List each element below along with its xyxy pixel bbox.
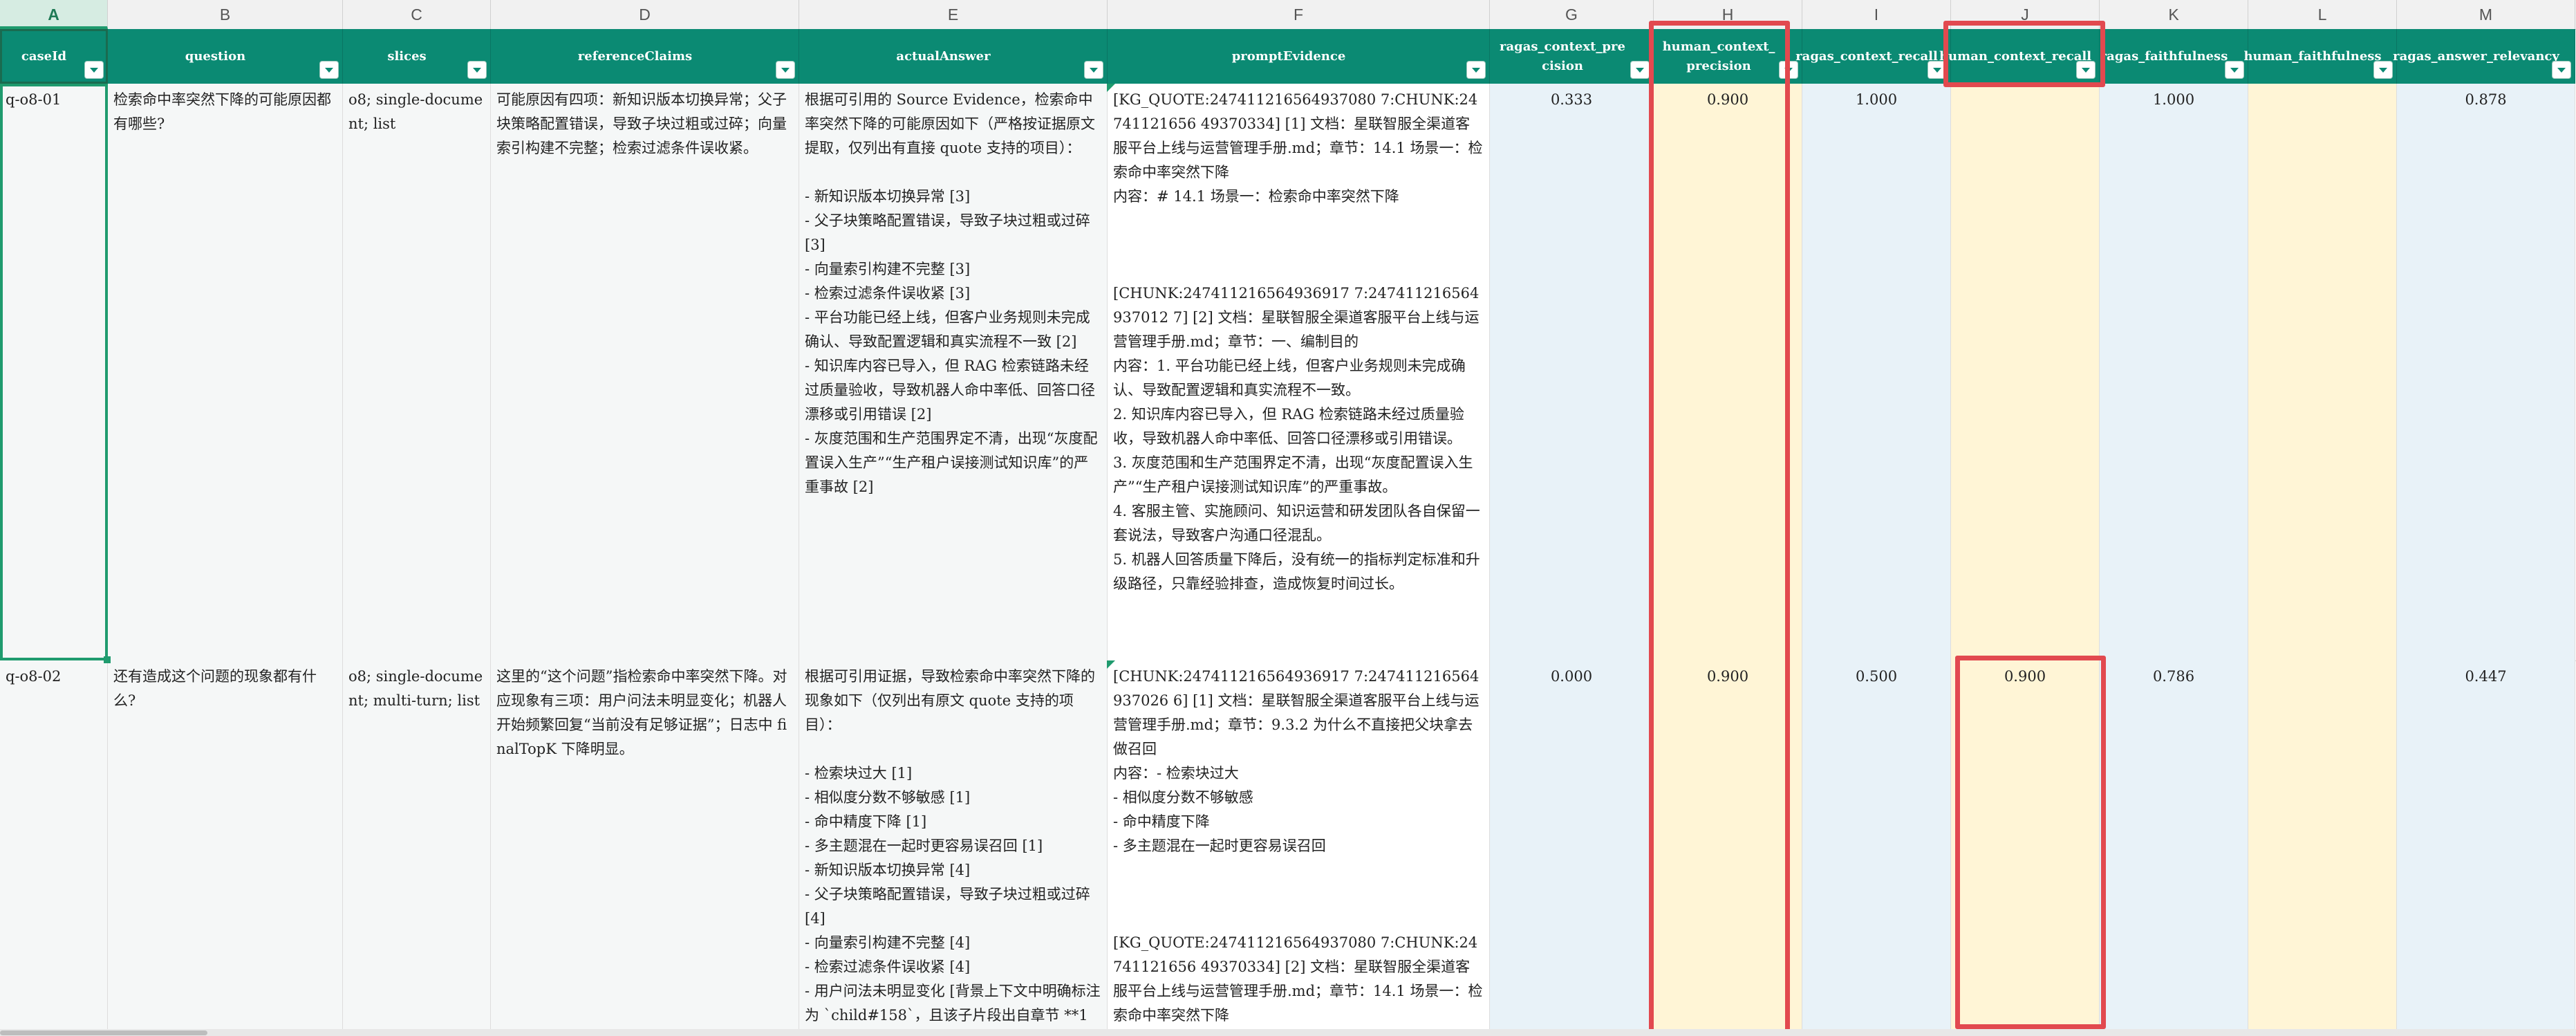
header-label: actualAnswer xyxy=(896,48,991,64)
cell-ragas-faithfulness[interactable]: 1.000 xyxy=(2100,84,2248,660)
cell-human-context-precision[interactable]: 0.900 xyxy=(1654,84,1802,660)
cell-actualanswer[interactable]: 根据可引用的 Source Evidence，检索命中率突然下降的可能原因如下（… xyxy=(799,84,1108,660)
header-label: ragas_faithfulness xyxy=(2100,48,2228,64)
header-ragas-context-precision[interactable]: ragas_context_precision xyxy=(1490,29,1654,84)
column-letter-a[interactable]: A xyxy=(0,0,108,29)
column-letter-j[interactable]: J xyxy=(1951,0,2100,29)
column-letter-d[interactable]: D xyxy=(491,0,799,29)
cell-ragas-context-precision[interactable]: 0.333 xyxy=(1490,84,1654,660)
header-question[interactable]: question xyxy=(108,29,343,84)
cell-ragas-context-recall[interactable]: 1.000 xyxy=(1802,84,1951,660)
header-ragas-faithfulness[interactable]: ragas_faithfulness xyxy=(2100,29,2248,84)
column-letter-l[interactable]: L xyxy=(2248,0,2397,29)
header-label: caseId xyxy=(21,48,67,64)
filter-dropdown-icon[interactable] xyxy=(85,62,103,78)
header-label: human_context_recall xyxy=(1939,48,2092,64)
cell-human-faithfulness[interactable] xyxy=(2248,84,2397,660)
header-label: question xyxy=(185,48,246,64)
column-letter-f[interactable]: F xyxy=(1108,0,1490,29)
column-letter-k[interactable]: K xyxy=(2100,0,2248,29)
column-letter-e[interactable]: E xyxy=(799,0,1108,29)
header-label: promptEvidence xyxy=(1231,48,1346,64)
header-label: ragas_answer_relevancy xyxy=(2393,48,2559,64)
horizontal-scrollbar[interactable] xyxy=(0,1029,2576,1036)
filter-dropdown-icon[interactable] xyxy=(1467,62,1485,78)
header-label: ragas_context_recall xyxy=(1795,48,1938,64)
filter-dropdown-icon[interactable] xyxy=(320,62,338,78)
cell-human-context-recall[interactable]: 0.900 xyxy=(1951,660,2100,1036)
cell-promptevidence[interactable]: [CHUNK:247411216564936917 7:247411216564… xyxy=(1108,660,1490,1036)
scrollbar-thumb[interactable] xyxy=(0,1030,207,1035)
filter-dropdown-icon[interactable] xyxy=(1085,62,1103,78)
header-actualanswer[interactable]: actualAnswer xyxy=(799,29,1108,84)
header-label: human_context_precision xyxy=(1662,39,1775,73)
filter-dropdown-icon[interactable] xyxy=(2374,62,2392,78)
column-letter-b[interactable]: B xyxy=(108,0,343,29)
cell-caseid[interactable]: q-o8-01 xyxy=(0,84,108,660)
header-referenceclaims[interactable]: referenceClaims xyxy=(491,29,799,84)
cell-ragas-faithfulness[interactable]: 0.786 xyxy=(2100,660,2248,1036)
cell-human-context-recall[interactable] xyxy=(1951,84,2100,660)
cell-promptevidence[interactable]: [KG_QUOTE:247411216564937080 7:CHUNK:247… xyxy=(1108,84,1490,660)
filter-dropdown-icon[interactable] xyxy=(1780,62,1798,78)
cell-referenceclaims[interactable]: 这里的“这个问题”指检索命中率突然下降。对应现象有三项：用户问法未明显变化；机器… xyxy=(491,660,799,1036)
cell-human-faithfulness[interactable] xyxy=(2248,660,2397,1036)
header-human-context-recall[interactable]: human_context_recall xyxy=(1939,29,2100,84)
cell-question[interactable]: 还有造成这个问题的现象都有什么? xyxy=(108,660,343,1036)
fill-handle[interactable] xyxy=(104,656,111,663)
header-label: human_faithfulness xyxy=(2243,48,2382,64)
header-slices[interactable]: slices xyxy=(343,29,491,84)
header-label: referenceClaims xyxy=(577,48,693,64)
filter-dropdown-icon[interactable] xyxy=(468,62,486,78)
cell-slices[interactable]: o8; single-document; multi-turn; list xyxy=(343,660,491,1036)
column-letter-bar: ABCDEFGHIJKLM xyxy=(0,0,2576,30)
cell-ragas-context-precision[interactable]: 0.000 xyxy=(1490,660,1654,1036)
cell-ragas-context-recall[interactable]: 0.500 xyxy=(1802,660,1951,1036)
header-row: caseId question slices referenceClaims actua… xyxy=(0,29,2576,84)
cell-human-context-precision[interactable]: 0.900 xyxy=(1654,660,1802,1036)
column-letter-c[interactable]: C xyxy=(343,0,491,29)
cell-slices[interactable]: o8; single-document; list xyxy=(343,84,491,660)
header-human-context-precision[interactable]: human_context_precision xyxy=(1654,29,1802,84)
table-row: q-o8-01 检索命中率突然下降的可能原因都有哪些? o8; single-doc… xyxy=(0,84,2576,661)
header-ragas-answer-relevancy[interactable]: ragas_answer_relevancy xyxy=(2393,29,2575,84)
cell-referenceclaims[interactable]: 可能原因有四项：新知识版本切换异常；父子块策略配置错误，导致子块过粗或过碎；向量… xyxy=(491,84,799,660)
filter-dropdown-icon[interactable] xyxy=(2077,62,2095,78)
header-label: ragas_context_precision xyxy=(1500,39,1625,73)
table-row: q-o8-02 还有造成这个问题的现象都有什么? o8; single-docume… xyxy=(0,660,2576,1036)
cell-actualanswer[interactable]: 根据可引用证据，导致检索命中率突然下降的现象如下（仅列出有原文 quote 支持… xyxy=(799,660,1108,1036)
cell-ragas-answer-relevancy[interactable]: 0.878 xyxy=(2397,84,2575,660)
column-letter-m[interactable]: M xyxy=(2397,0,2575,29)
header-caseid[interactable]: caseId xyxy=(0,29,108,84)
cell-question[interactable]: 检索命中率突然下降的可能原因都有哪些? xyxy=(108,84,343,660)
cell-ragas-answer-relevancy[interactable]: 0.447 xyxy=(2397,660,2575,1036)
comment-marker xyxy=(1107,660,1115,669)
header-label: slices xyxy=(387,48,427,64)
header-ragas-context-recall[interactable]: ragas_context_recall xyxy=(1795,29,1951,84)
comment-marker xyxy=(1107,84,1115,92)
column-letter-g[interactable]: G xyxy=(1490,0,1654,29)
filter-dropdown-icon[interactable] xyxy=(2225,62,2243,78)
filter-dropdown-icon[interactable] xyxy=(2552,62,2570,78)
column-letter-h[interactable]: H xyxy=(1654,0,1802,29)
column-letter-i[interactable]: I xyxy=(1802,0,1951,29)
header-promptevidence[interactable]: promptEvidence xyxy=(1108,29,1490,84)
spreadsheet[interactable]: ABCDEFGHIJKLM caseId question slices refere… xyxy=(0,0,2576,1036)
header-human-faithfulness[interactable]: human_faithfulness xyxy=(2243,29,2397,84)
filter-dropdown-icon[interactable] xyxy=(776,62,794,78)
filter-dropdown-icon[interactable] xyxy=(1631,62,1649,78)
cell-caseid[interactable]: q-o8-02 xyxy=(0,660,108,1036)
